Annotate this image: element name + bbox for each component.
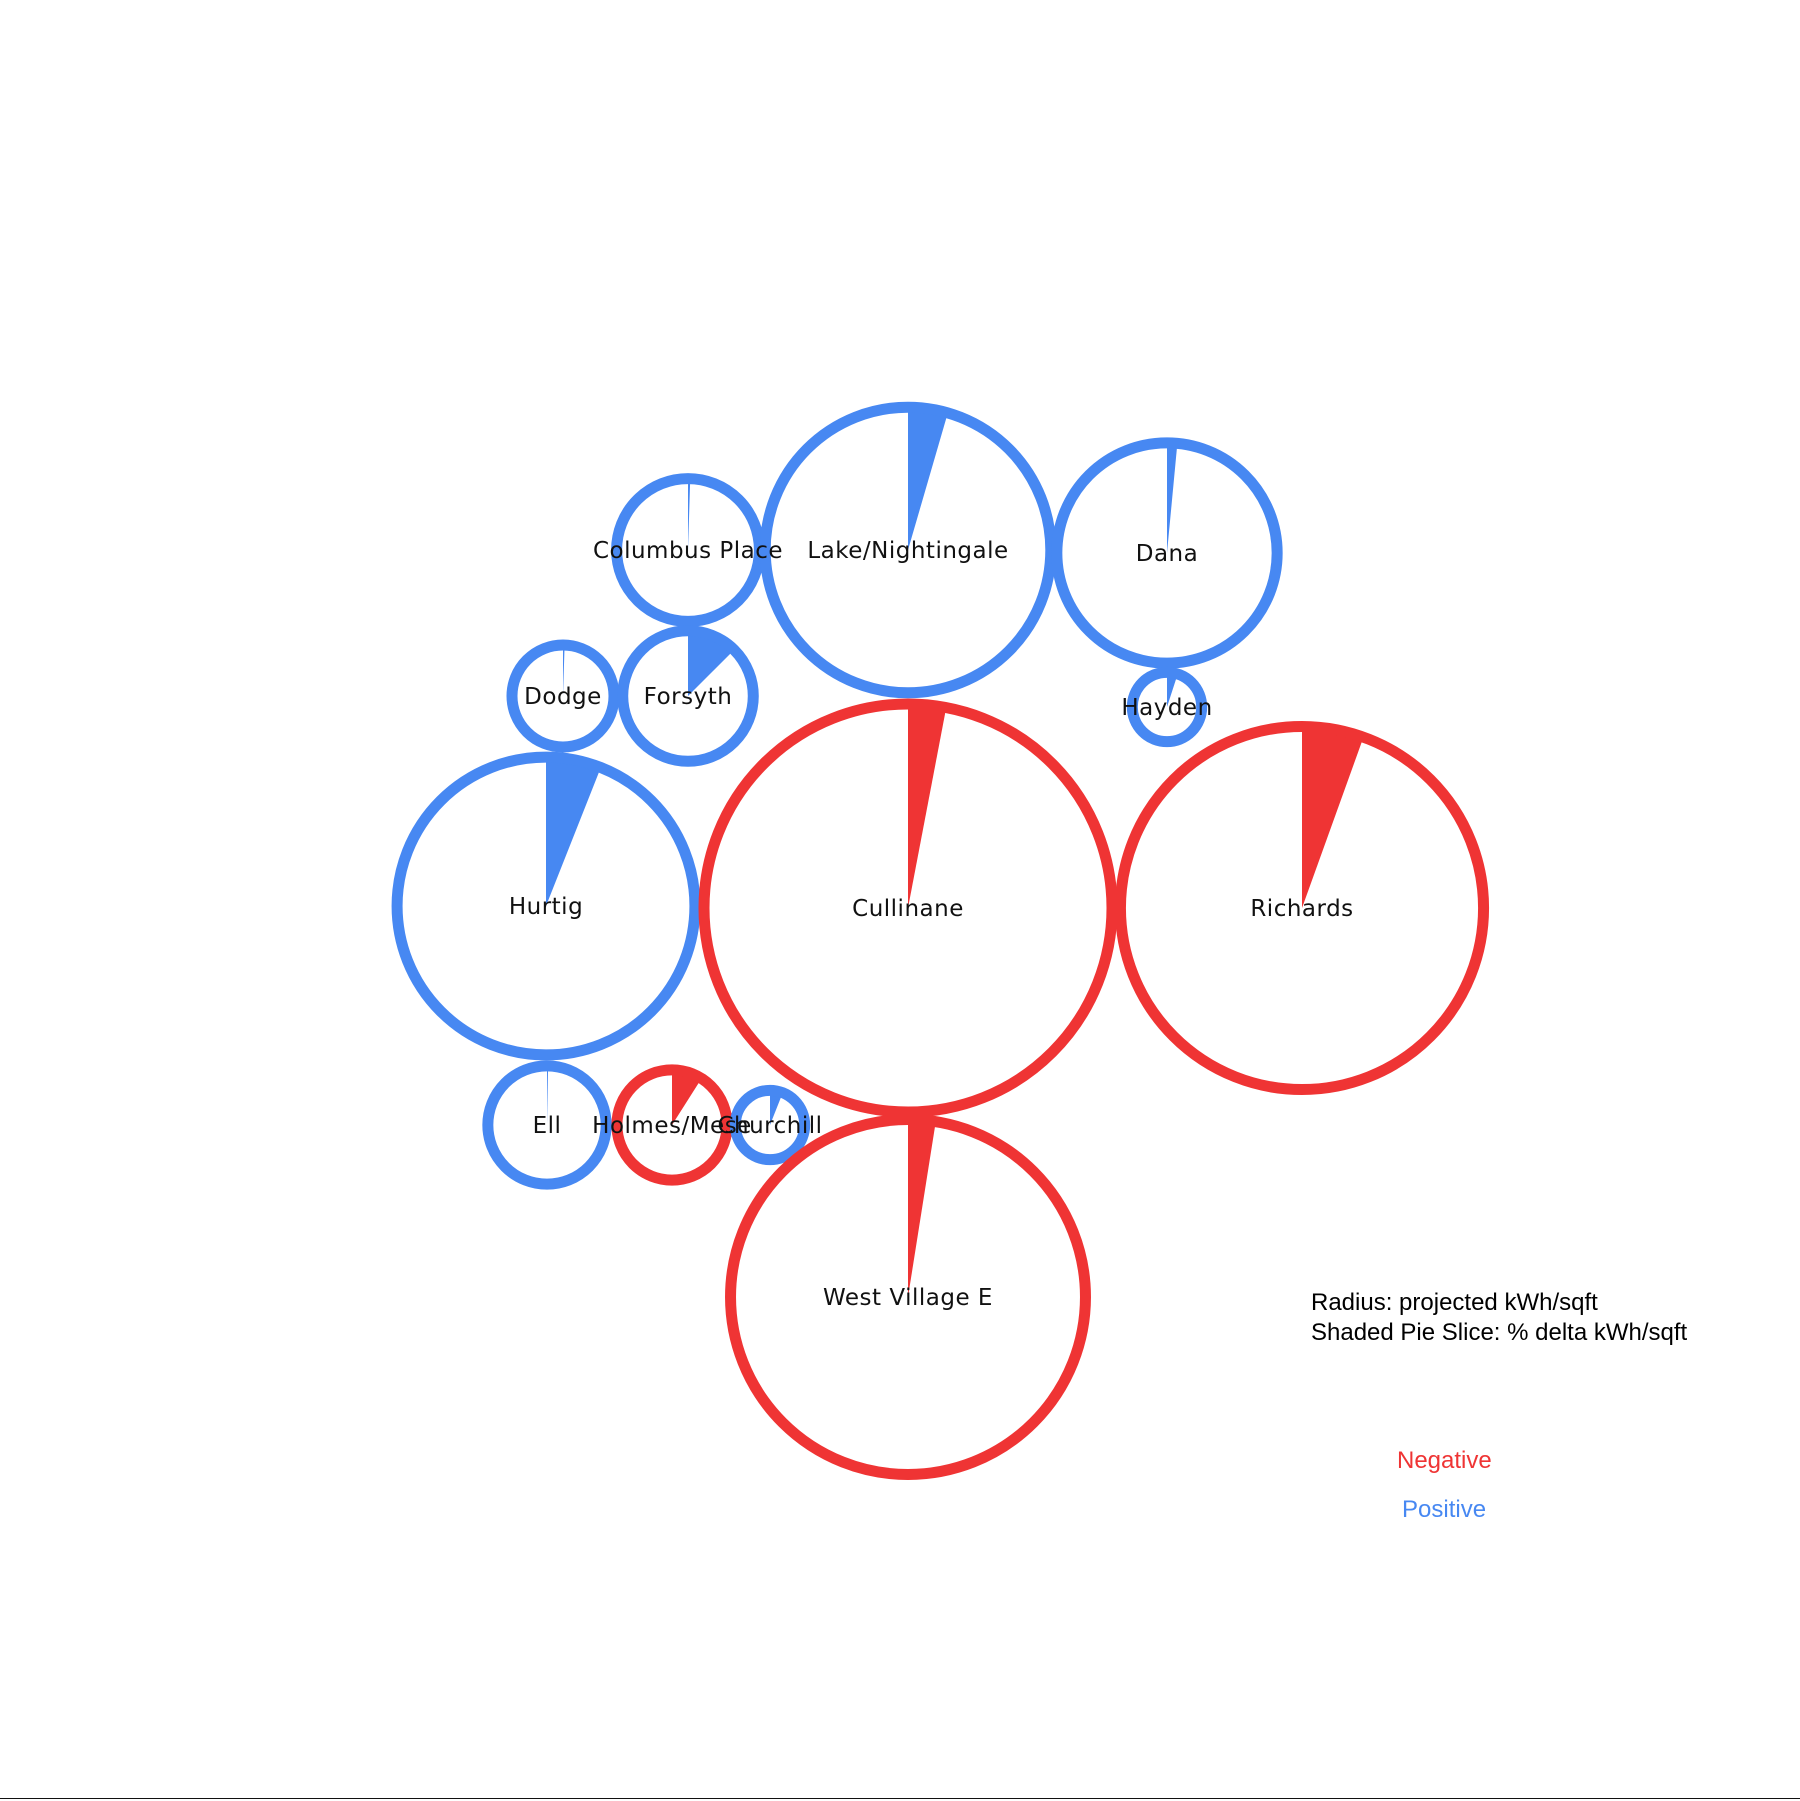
label-richards: Richards — [1250, 896, 1353, 922]
label-dana: Dana — [1136, 541, 1198, 567]
legend-positive: Positive — [1402, 1496, 1487, 1523]
label-lake-nightingale: Lake/Nightingale — [807, 538, 1008, 564]
label-ell: Ell — [533, 1113, 562, 1139]
label-hurtig: Hurtig — [509, 894, 583, 920]
legend-slice-text: Shaded Pie Slice: % delta kWh/sqft — [1311, 1319, 1688, 1346]
label-west-village-e: West Village E — [823, 1285, 993, 1311]
slice-cullinane — [908, 704, 947, 908]
label-hayden: Hayden — [1121, 695, 1212, 721]
slice-richards — [1302, 726, 1364, 908]
legend-radius-text: Radius: projected kWh/sqft — [1311, 1289, 1598, 1316]
label-forsyth: Forsyth — [644, 684, 733, 710]
label-cullinane: Cullinane — [852, 896, 964, 922]
label-dodge: Dodge — [524, 684, 602, 710]
slice-hurtig — [546, 757, 601, 906]
label-churchill: Churchill — [717, 1113, 822, 1139]
legend-negative: Negative — [1397, 1447, 1492, 1474]
slice-dana — [1167, 442, 1178, 553]
slice-west-village-e — [908, 1119, 936, 1297]
bubble-chart: Columbus Place Lake/Nightingale Dana Dodge F… — [391, 401, 1490, 1480]
bottom-rule — [0, 1798, 1800, 1799]
label-columbus-place: Columbus Place — [593, 538, 783, 564]
slice-lake-nightingale — [908, 407, 948, 550]
